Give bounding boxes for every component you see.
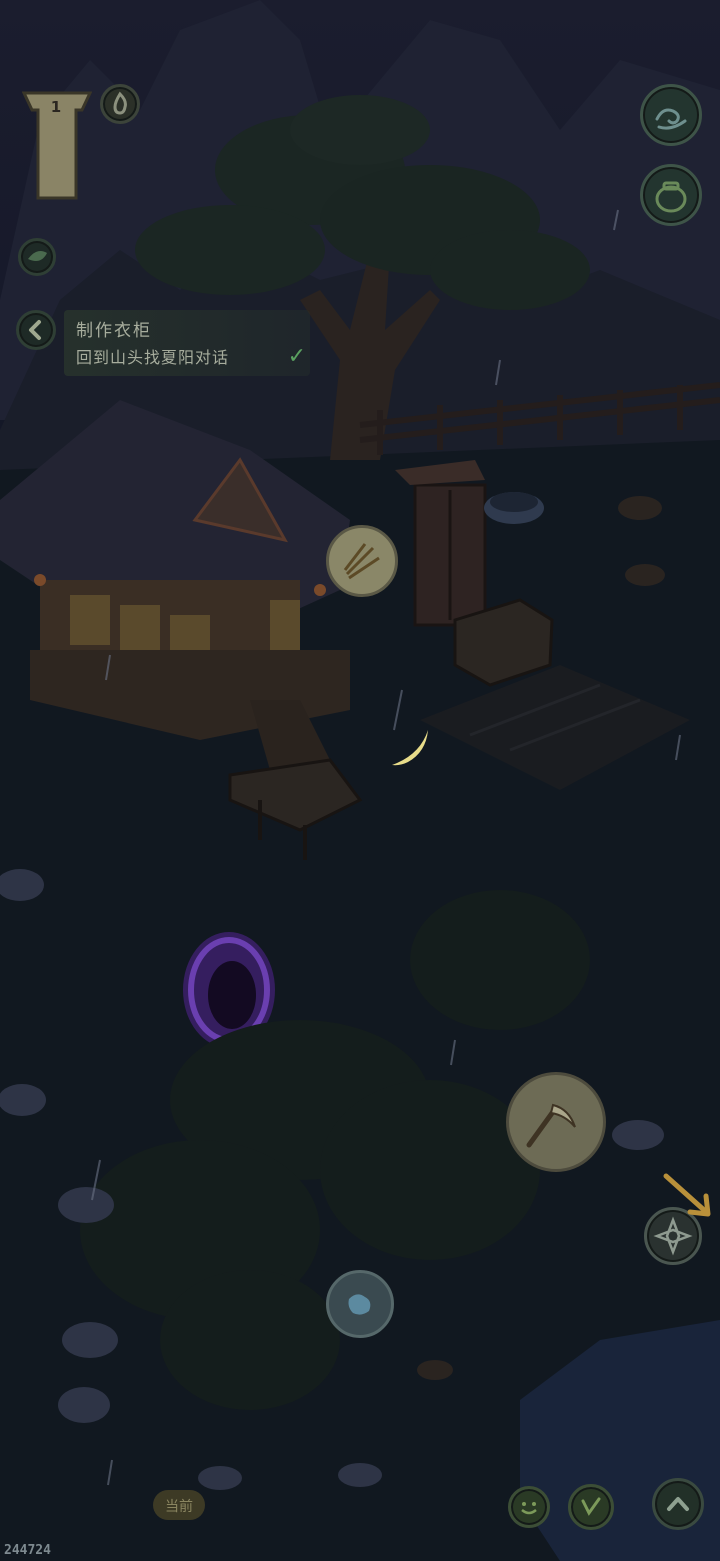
- game-scene[interactable]: 1 制作衣柜 回到山头找夏阳对话 ✓ 当前 244724: [0, 0, 720, 1561]
- wooden-post-icon: [22, 91, 92, 200]
- tool-button[interactable]: [568, 1484, 614, 1530]
- quest-panel[interactable]: 制作衣柜 回到山头找夏阳对话 ✓: [64, 310, 310, 376]
- location-pill[interactable]: 当前: [153, 1490, 205, 1520]
- wind-skill-button[interactable]: [640, 84, 702, 146]
- leaf-icon: [28, 251, 47, 261]
- expand-up-button[interactable]: [652, 1478, 704, 1530]
- leaf-button[interactable]: [18, 238, 56, 276]
- well[interactable]: [484, 492, 544, 524]
- location-label: 当前: [165, 1499, 193, 1515]
- map-globe-icon: [348, 1294, 371, 1315]
- quest-title: 制作衣柜: [76, 321, 152, 341]
- collapse-quest-button[interactable]: [16, 310, 56, 350]
- coordinates-readout: 244724: [4, 1543, 51, 1558]
- smile-icon: [521, 1502, 537, 1515]
- jar-icon: [655, 181, 687, 213]
- wave-swirl-icon: [655, 108, 687, 130]
- wheat-bubble[interactable]: [326, 525, 398, 597]
- level-number: 1: [50, 98, 62, 116]
- chevron-left-icon: [29, 320, 41, 340]
- tool-icon: [581, 1497, 601, 1516]
- flame-icon: [113, 91, 127, 115]
- emote-button[interactable]: [508, 1486, 550, 1528]
- scythe-icon: [526, 1103, 576, 1148]
- map-bubble[interactable]: [326, 1270, 394, 1338]
- level-banner[interactable]: [22, 78, 92, 203]
- jar-button[interactable]: [640, 164, 702, 226]
- quest-step: 回到山头找夏阳对话: [76, 348, 230, 367]
- chevron-up-icon: [667, 1497, 689, 1511]
- check-icon: ✓: [287, 344, 306, 369]
- hint-arrow-icon: [663, 1173, 711, 1217]
- wheat-bundle-icon: [343, 543, 380, 580]
- scythe-bubble[interactable]: [506, 1072, 606, 1172]
- energy-button[interactable]: [100, 84, 140, 124]
